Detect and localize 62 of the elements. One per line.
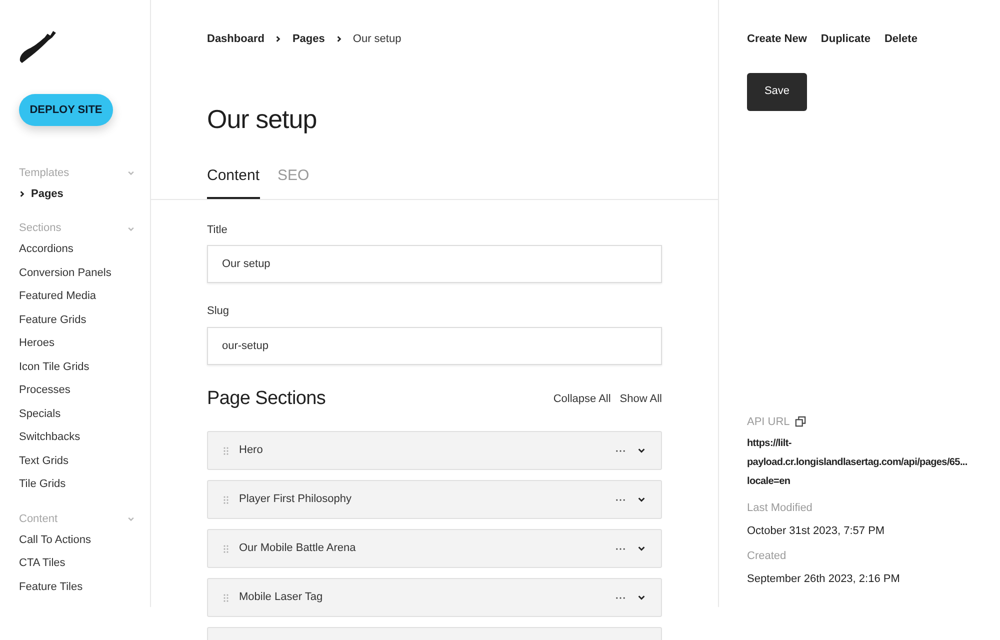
sidebar-item[interactable]: Heroes [19, 332, 135, 355]
chevron-down-icon [127, 169, 135, 177]
meta-label: Created [747, 549, 788, 564]
section-card[interactable]: Player First Philosophy [207, 480, 662, 519]
text-link-button[interactable]: Collapse All [553, 390, 611, 407]
sidebar-item[interactable]: Specials [19, 402, 135, 426]
chevron-right-icon [334, 35, 343, 44]
deploy-site-button[interactable]: DEPLOY SITE [19, 94, 113, 126]
action-link[interactable]: Duplicate [820, 31, 870, 48]
drag-handle-icon[interactable] [223, 594, 229, 602]
section-card[interactable]: Mobile Laser Tag [207, 578, 662, 617]
api-url[interactable]: https://lilt- payload.cr.longislandlasertag.com/api/pages/65... locale=en [747, 434, 1000, 491]
sidebar-item[interactable]: Accordions [19, 238, 135, 261]
drag-handle-icon[interactable] [223, 496, 229, 504]
drag-handle-icon[interactable] [223, 544, 229, 552]
drag-handle-icon[interactable] [223, 446, 229, 454]
chevron-down-icon [637, 544, 646, 553]
breadcrumb-link[interactable]: Pages [292, 31, 325, 48]
chevron-down-icon [637, 495, 646, 504]
chevron-down-icon [637, 593, 646, 602]
sidebar-item[interactable]: Switchbacks [19, 426, 135, 449]
logo-icon[interactable] [19, 30, 57, 64]
chevron-down-icon [127, 224, 135, 232]
api-url-label: API URL [747, 414, 790, 430]
sidebar-item[interactable]: Tile Grids [19, 472, 135, 496]
sidebar-item[interactable]: Feature Grids [19, 308, 135, 332]
meta-label: Last Modified [747, 501, 814, 516]
section-title: Player First Philosophy [239, 492, 352, 508]
sidebar-item[interactable]: CTA Tiles [19, 552, 135, 575]
section-title: Our Mobile Battle Arena [239, 541, 357, 556]
chevron-right-icon [274, 35, 282, 44]
chevron-down-icon [637, 446, 646, 455]
copy-icon[interactable] [794, 416, 806, 428]
input-field[interactable]: Our setup [207, 245, 662, 283]
breadcrumb-current: Our setup [352, 32, 402, 47]
chevron-right-icon [18, 190, 26, 198]
action-link[interactable]: Create New [747, 31, 807, 48]
chevron-down-icon [127, 515, 135, 523]
sidebar-item[interactable]: Featured Media [19, 284, 135, 308]
action-link[interactable]: Delete [884, 31, 918, 48]
sidebar-item[interactable]: Feature Tiles [19, 575, 135, 598]
section-card[interactable]: Hero [207, 431, 662, 470]
sidebar-item[interactable]: Pages [19, 182, 135, 206]
sidebar-item[interactable]: Text Grids [19, 449, 135, 472]
section-title: Hero [239, 443, 264, 458]
input-field[interactable]: our-setup [207, 326, 662, 364]
field-label: Slug [207, 304, 230, 319]
field-label: Title [207, 222, 228, 238]
tab[interactable]: Content [207, 164, 260, 198]
text-link-button[interactable]: Show All [620, 390, 662, 407]
sidebar-item[interactable]: Conversion Panels [19, 261, 135, 284]
sidebar-item[interactable]: Icon Tile Grids [19, 355, 135, 378]
section-heading: Page Sections [207, 386, 326, 410]
sidebar-item[interactable]: Processes [19, 378, 135, 402]
section-card[interactable]: Our Mobile Battle Arena [207, 529, 662, 568]
save-button[interactable]: Save [747, 72, 807, 110]
sidebar-item[interactable]: Call To Actions [19, 528, 135, 552]
meta-value: October 31st 2023, 7:57 PM [747, 524, 886, 538]
section-title: Mobile Laser Tag [239, 590, 324, 606]
meta-value: September 26th 2023, 2:16 PM [747, 572, 901, 586]
breadcrumb-link[interactable]: Dashboard [207, 31, 264, 48]
page-title: Our setup [207, 102, 318, 134]
